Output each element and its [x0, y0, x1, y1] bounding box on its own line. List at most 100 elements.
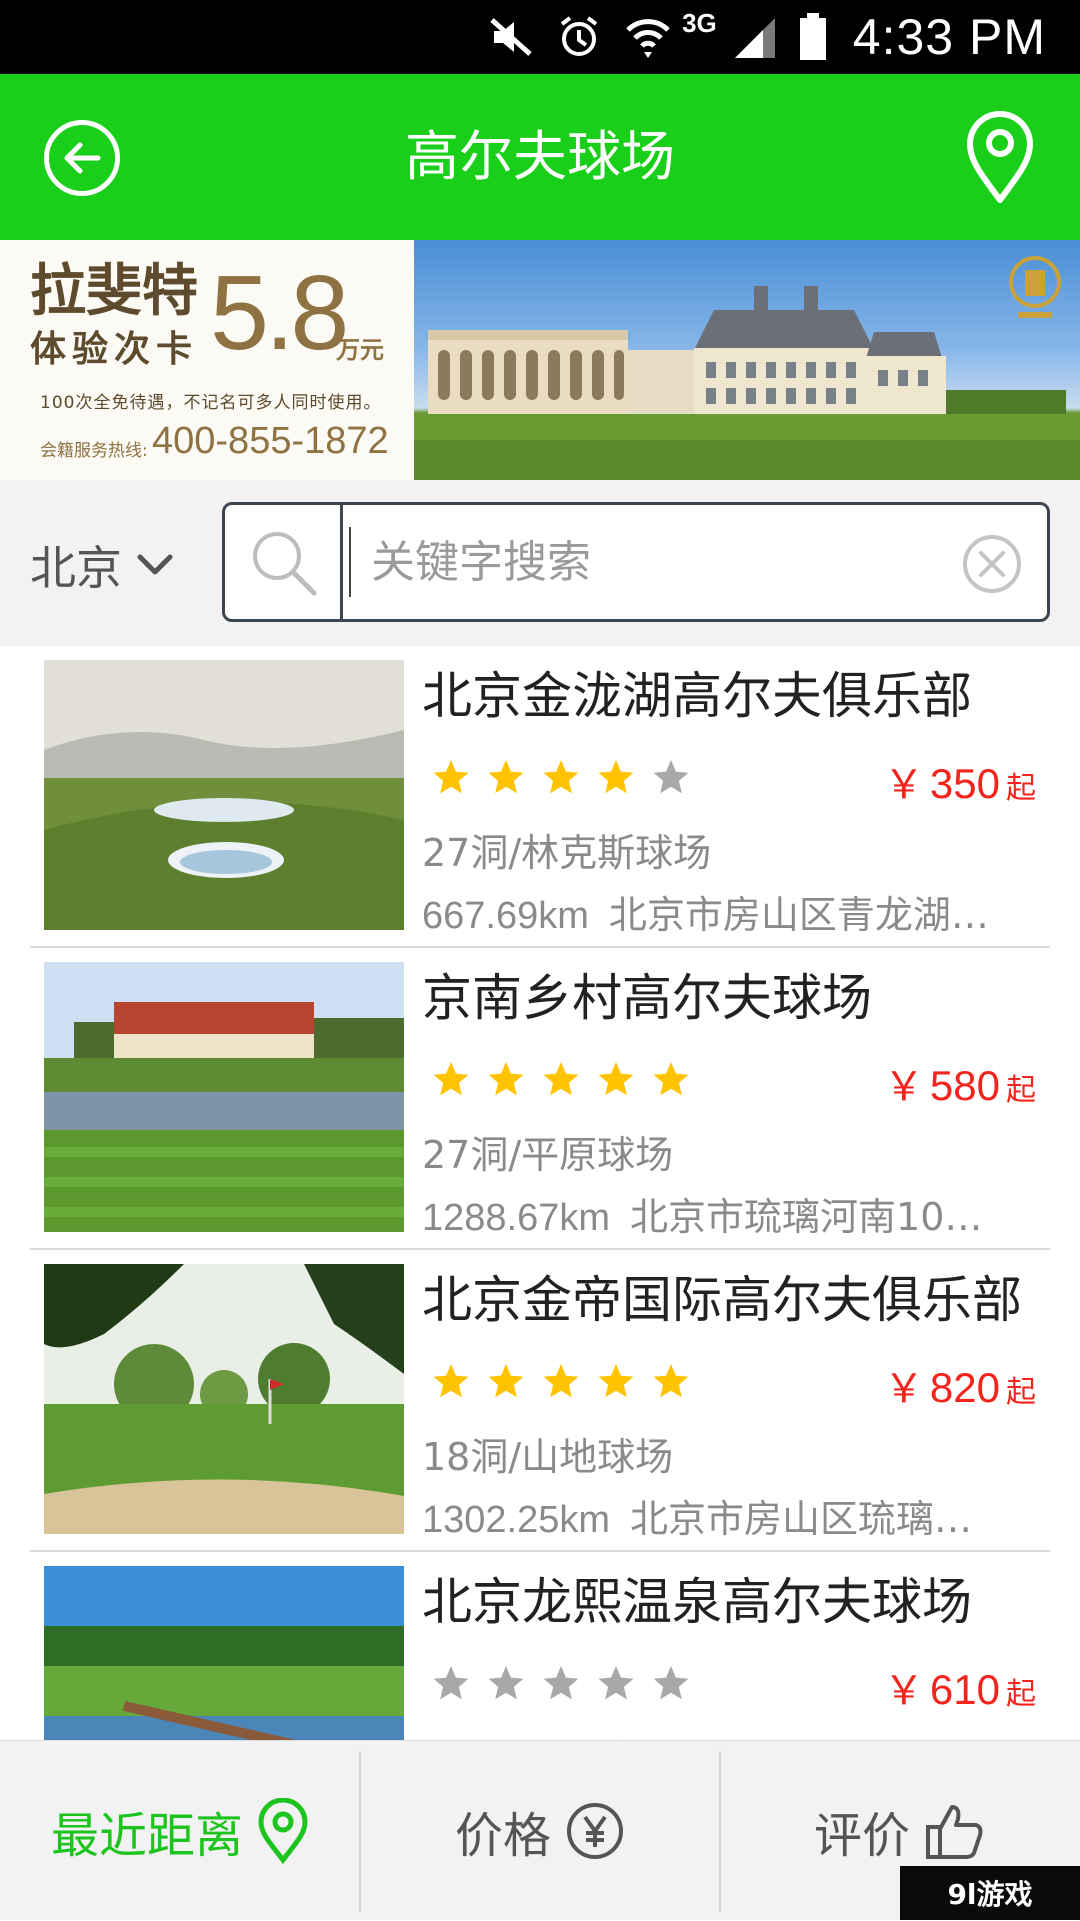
- banner-brand: 拉斐特: [30, 258, 198, 324]
- star-empty-icon: [598, 1666, 634, 1700]
- course-price: ￥ 350 起: [884, 752, 1036, 810]
- search-row: 北京: [0, 480, 1080, 646]
- course-holes: 27洞/平原球场: [422, 1133, 674, 1177]
- banner-unit: 万元: [336, 336, 384, 364]
- title-bar: 高尔夫球场: [0, 74, 1080, 240]
- course-name: 京南乡村高尔夫球场: [422, 969, 872, 1027]
- map-pin-icon: [967, 111, 1033, 203]
- price-amount: 350: [929, 760, 1000, 807]
- rating-stars: [432, 1664, 707, 1702]
- course-list-item[interactable]: 京南乡村高尔夫球场 ￥ 580 起 27洞/平原球场 1288.67km 北京市琉…: [30, 948, 1050, 1250]
- tab-label: 评价: [813, 1808, 910, 1864]
- promo-banner[interactable]: 拉斐特 体验次卡 5.8 万元 100次全免待遇，不记名可多人同时使用。 会籍服…: [0, 240, 1080, 480]
- clear-icon: [963, 535, 1021, 593]
- course-location: 1288.67km 北京市琉璃河南10…: [422, 1186, 1050, 1241]
- course-holes: 27洞/林克斯球场: [422, 831, 712, 875]
- star-filled-icon: [598, 1364, 634, 1398]
- star-filled-icon: [488, 1062, 524, 1096]
- yen-icon: [565, 1801, 625, 1861]
- currency-symbol: ￥: [883, 1064, 924, 1110]
- currency-symbol: ￥: [883, 1366, 924, 1412]
- star-filled-icon: [653, 1364, 689, 1398]
- rating-stars: [432, 758, 707, 796]
- tab-price[interactable]: 价格: [360, 1741, 720, 1921]
- search-box[interactable]: [222, 502, 1050, 622]
- course-thumbnail: [44, 1566, 404, 1740]
- course-distance: 667.69km: [422, 895, 589, 937]
- banner-image: [414, 240, 1080, 480]
- price-suffix: 起: [1006, 1375, 1036, 1410]
- currency-symbol: ￥: [883, 1668, 924, 1714]
- tab-nearest-distance[interactable]: 最近距离: [0, 1741, 360, 1921]
- search-input[interactable]: [351, 519, 911, 605]
- star-empty-icon: [653, 760, 689, 794]
- page-title: 高尔夫球场: [405, 125, 675, 188]
- course-thumbnail: [44, 660, 404, 930]
- banner-description: 100次全免待遇，不记名可多人同时使用。: [40, 393, 382, 413]
- wifi-icon: [624, 14, 672, 60]
- course-list: 北京金泷湖高尔夫俱乐部 ￥ 350 起 27洞/林克斯球场 667.69km 北京…: [0, 646, 1080, 1740]
- rating-stars: [432, 1362, 707, 1400]
- star-filled-icon: [433, 760, 469, 794]
- alarm-icon: [556, 14, 602, 60]
- city-selector[interactable]: 北京: [30, 532, 174, 598]
- banner-price: 5.8: [210, 254, 349, 372]
- star-empty-icon: [488, 1666, 524, 1700]
- location-pin-icon: [257, 1798, 309, 1864]
- banner-hotline: 400-855-1872: [152, 420, 389, 462]
- location-button[interactable]: [964, 110, 1036, 206]
- course-location: 1302.25km 北京市房山区琉璃…: [422, 1488, 1050, 1543]
- star-filled-icon: [488, 1364, 524, 1398]
- banner-text-panel: 拉斐特 体验次卡 5.8 万元 100次全免待遇，不记名可多人同时使用。 会籍服…: [0, 240, 414, 480]
- star-filled-icon: [488, 760, 524, 794]
- course-distance: 1302.25km: [422, 1499, 611, 1541]
- watermark-logo: 9l游戏: [900, 1866, 1080, 1920]
- course-address: 北京市房山区青龙湖…: [608, 893, 989, 937]
- course-price: ￥ 580 起: [884, 1054, 1036, 1112]
- course-name: 北京龙熙温泉高尔夫球场: [422, 1573, 972, 1631]
- course-price: ￥ 610 起: [884, 1658, 1036, 1716]
- clock: 4:33 PM: [852, 9, 1046, 65]
- city-label: 北京: [30, 541, 122, 595]
- search-icon: [252, 532, 316, 596]
- price-amount: 580: [929, 1062, 1000, 1109]
- course-thumbnail: [44, 1264, 404, 1534]
- thumbs-up-icon: [924, 1801, 986, 1861]
- course-name: 北京金泷湖高尔夫俱乐部: [422, 667, 972, 725]
- course-thumbnail: [44, 962, 404, 1232]
- course-list-item[interactable]: 北京金泷湖高尔夫俱乐部 ￥ 350 起 27洞/林克斯球场 667.69km 北京…: [30, 646, 1050, 948]
- course-name: 北京金帝国际高尔夫俱乐部: [422, 1271, 1022, 1329]
- search-button[interactable]: [225, 505, 343, 619]
- clear-search-button[interactable]: [961, 533, 1023, 595]
- rating-stars: [432, 1060, 707, 1098]
- star-filled-icon: [433, 1364, 469, 1398]
- star-filled-icon: [598, 760, 634, 794]
- star-filled-icon: [543, 1062, 579, 1096]
- signal-icon: [733, 14, 777, 60]
- tab-label: 最近距离: [50, 1808, 243, 1864]
- banner-subtitle: 体验次卡: [30, 328, 199, 370]
- chateau-illustration: [414, 286, 1080, 480]
- tab-label: 价格: [454, 1808, 551, 1864]
- chevron-down-icon: [137, 554, 173, 575]
- star-filled-icon: [653, 1062, 689, 1096]
- star-empty-icon: [653, 1666, 689, 1700]
- course-list-item[interactable]: 北京龙熙温泉高尔夫球场 ￥ 610 起 18洞/平原球场: [30, 1552, 1050, 1740]
- course-list-item[interactable]: 北京金帝国际高尔夫俱乐部 ￥ 820 起 18洞/山地球场 1302.25km 北…: [30, 1250, 1050, 1552]
- course-location: 667.69km 北京市房山区青龙湖…: [422, 884, 1050, 939]
- status-bar: 3G 4:33 PM: [0, 0, 1080, 74]
- battery-icon: [799, 13, 827, 61]
- course-holes: 18洞/平原球场: [422, 1728, 673, 1740]
- currency-symbol: ￥: [883, 762, 924, 808]
- network-type: 3G: [682, 7, 717, 38]
- mute-icon: [488, 14, 534, 60]
- brand-logo: [1006, 252, 1064, 332]
- price-suffix: 起: [1006, 771, 1036, 806]
- course-price: ￥ 820 起: [884, 1356, 1036, 1414]
- course-address: 北京市琉璃河南10…: [630, 1195, 983, 1239]
- banner-hotline-label: 会籍服务热线:: [40, 441, 148, 461]
- star-filled-icon: [543, 760, 579, 794]
- price-amount: 820: [929, 1364, 1000, 1411]
- price-amount: 610: [929, 1666, 1000, 1713]
- course-distance: 1288.67km: [422, 1197, 611, 1239]
